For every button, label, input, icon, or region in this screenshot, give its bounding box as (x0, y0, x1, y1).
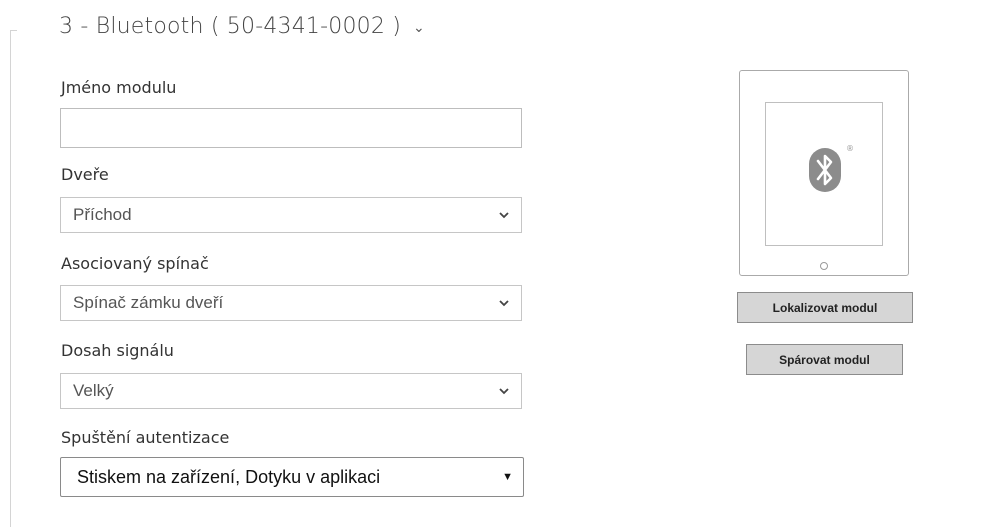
section-header[interactable]: 3 - Bluetooth ( 50-4341-0002 ) ⌄ (59, 14, 425, 39)
switch-label: Asociovaný spínač (61, 254, 209, 273)
auth-select-value: Stiskem na zařízení, Dotyku v aplikaci (77, 466, 381, 487)
locate-module-button[interactable]: Lokalizovat modul (737, 292, 913, 323)
device-home-indicator (820, 262, 828, 270)
switch-select[interactable]: Spínač zámku dveří (60, 285, 522, 321)
pair-module-button[interactable]: Spárovat modul (746, 344, 903, 375)
range-select[interactable]: Velký (60, 373, 522, 409)
chevron-down-icon (499, 300, 509, 307)
auth-label: Spuštění autentizace (61, 428, 230, 447)
door-select[interactable]: Příchod (60, 197, 522, 233)
door-label: Dveře (61, 165, 109, 184)
chevron-down-icon (499, 388, 509, 395)
registered-mark: ® (846, 144, 854, 153)
bluetooth-icon (809, 148, 841, 192)
section-title: 3 - Bluetooth ( 50-4341-0002 ) (59, 14, 402, 39)
chevron-down-icon[interactable]: ⌄ (413, 20, 425, 36)
module-name-label: Jméno modulu (61, 78, 177, 97)
switch-select-value: Spínač zámku dveří (73, 293, 224, 312)
section-border-tick (10, 30, 17, 31)
auth-select[interactable]: Stiskem na zařízení, Dotyku v aplikaci ▼ (60, 457, 524, 497)
dropdown-triangle-icon: ▼ (502, 471, 513, 483)
chevron-down-icon (499, 212, 509, 219)
door-select-value: Příchod (73, 205, 132, 224)
section-border (10, 30, 11, 527)
device-screen: ® (765, 102, 883, 246)
module-illustration: ® (739, 70, 909, 276)
range-select-value: Velký (73, 381, 114, 400)
module-name-input[interactable] (60, 108, 522, 148)
range-label: Dosah signálu (61, 341, 174, 360)
